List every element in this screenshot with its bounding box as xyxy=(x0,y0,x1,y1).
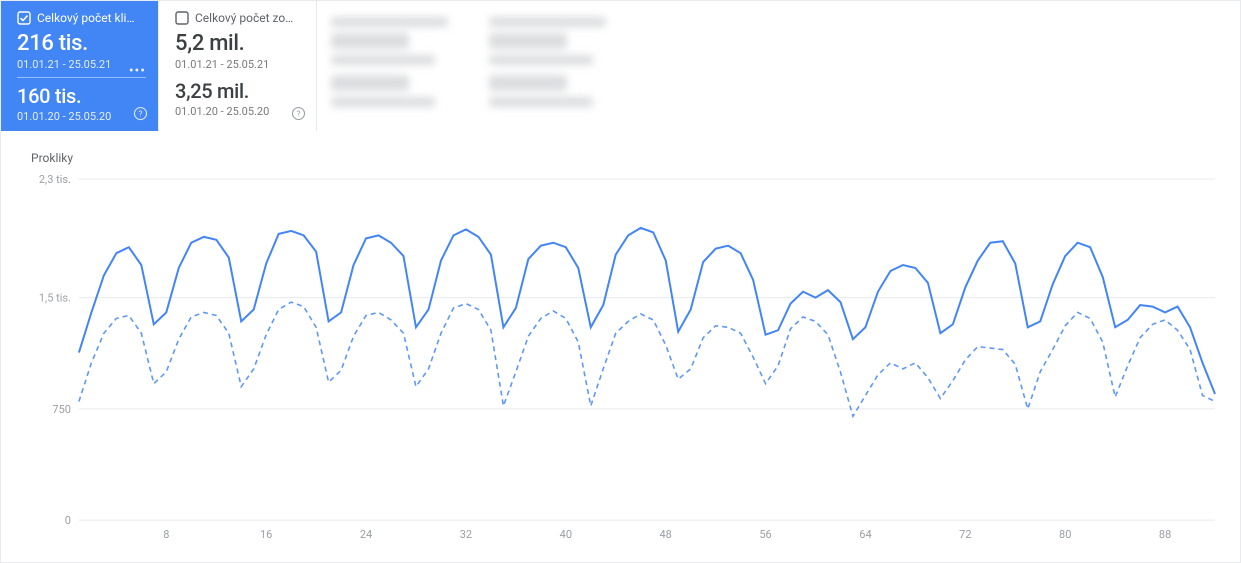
svg-text:16: 16 xyxy=(260,528,272,541)
svg-text:40: 40 xyxy=(560,528,572,541)
metric-card-clicks[interactable]: Celkový počet kli… 216 tis. 01.01.21 - 2… xyxy=(1,1,159,131)
svg-text:64: 64 xyxy=(859,528,871,541)
svg-text:72: 72 xyxy=(959,528,971,541)
svg-text:56: 56 xyxy=(759,528,771,541)
svg-text:2,3 tis.: 2,3 tis. xyxy=(39,173,71,186)
help-icon[interactable]: ? xyxy=(291,106,306,125)
checkbox-unchecked-icon xyxy=(175,11,189,25)
metric-range-current: 01.01.21 - 25.05.21 xyxy=(17,58,144,71)
y-axis-title: Prokliky xyxy=(31,151,73,165)
svg-text:88: 88 xyxy=(1159,528,1171,541)
metric-range-prev: 01.01.20 - 25.05.20 xyxy=(17,110,144,123)
metric-value-current: 216 tis. xyxy=(17,31,144,56)
svg-text:48: 48 xyxy=(660,528,672,541)
metric-title: Celkový počet zo… xyxy=(195,11,293,25)
metric-range-prev: 01.01.20 - 25.05.20 xyxy=(175,105,302,118)
metric-card-blurred xyxy=(317,1,475,131)
svg-text:?: ? xyxy=(297,109,301,119)
metric-value-current: 5,2 mil. xyxy=(175,31,302,56)
card-divider xyxy=(17,77,146,78)
svg-text:?: ? xyxy=(139,109,143,119)
more-icon[interactable]: ••• xyxy=(129,63,146,79)
metric-title: Celkový počet kli… xyxy=(37,11,134,25)
metric-card-blurred xyxy=(475,1,633,131)
metric-range-current: 01.01.21 - 25.05.21 xyxy=(175,58,302,71)
help-icon[interactable]: ? xyxy=(133,106,148,125)
svg-text:8: 8 xyxy=(163,528,169,541)
svg-text:32: 32 xyxy=(460,528,472,541)
metric-value-prev: 3,25 mil. xyxy=(175,79,302,103)
checkbox-checked-icon xyxy=(17,11,31,25)
metric-value-prev: 160 tis. xyxy=(17,84,144,108)
svg-text:0: 0 xyxy=(65,514,71,527)
metric-card-impressions[interactable]: Celkový počet zo… 5,2 mil. 01.01.21 - 25… xyxy=(159,1,317,131)
svg-text:1,5 tis.: 1,5 tis. xyxy=(39,292,71,305)
line-chart: 0 750 1,5 tis. 2,3 tis. 8 16 24 32 40 48 56 64 72 80 8… xyxy=(31,173,1225,544)
svg-text:24: 24 xyxy=(360,528,372,541)
svg-text:80: 80 xyxy=(1059,528,1071,541)
svg-text:750: 750 xyxy=(52,403,71,416)
